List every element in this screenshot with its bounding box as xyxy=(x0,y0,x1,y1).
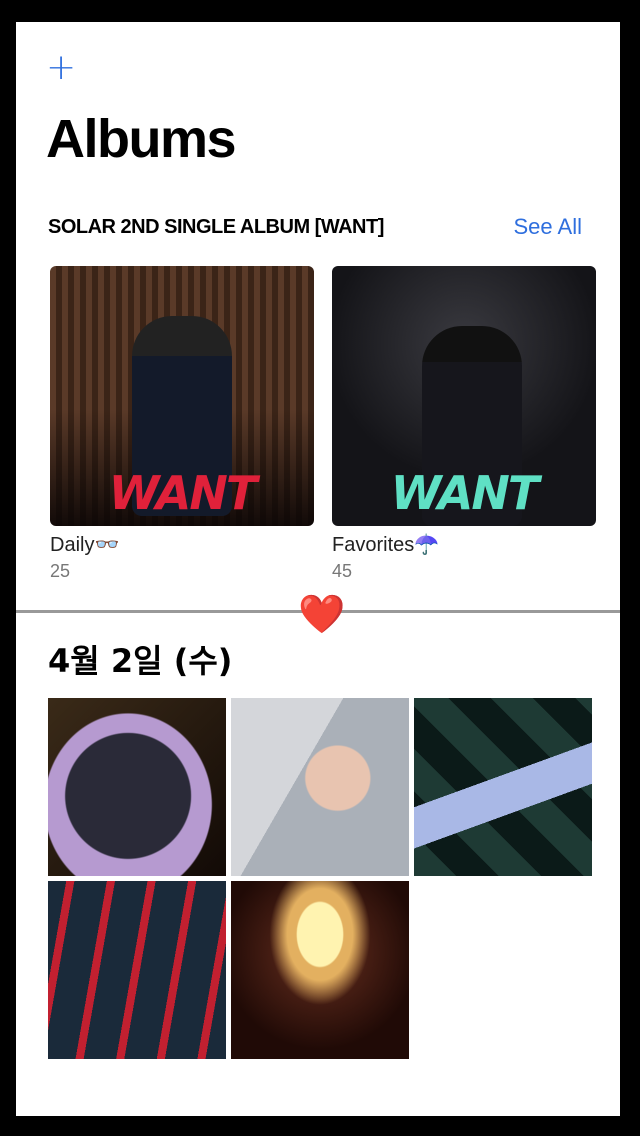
album-name: Daily👓 xyxy=(50,534,120,556)
album-name: Favorites☂️ xyxy=(332,534,440,556)
photo-jersey[interactable] xyxy=(48,881,226,1059)
see-all-link[interactable]: See All xyxy=(514,214,583,240)
photo-grid xyxy=(48,698,592,1059)
cover-logo: WANT xyxy=(390,466,540,520)
heart-icon: ❤️ xyxy=(298,592,346,636)
albums-screen: + Albums SOLAR 2ND SINGLE ALBUM [WANT] S… xyxy=(16,22,620,1116)
photo-hand-nails[interactable] xyxy=(231,698,409,876)
photo-lamp[interactable] xyxy=(231,881,409,1059)
album-count: 45 xyxy=(332,561,353,581)
album-daily[interactable]: WANT Daily👓 25 xyxy=(50,266,314,582)
photo-umbrella[interactable] xyxy=(48,698,226,876)
photos-date: 4월 2일 (수) xyxy=(48,642,233,680)
album-cover[interactable]: WANT xyxy=(50,266,314,526)
photo-blue-heel[interactable] xyxy=(414,698,592,876)
section-title: SOLAR 2ND SINGLE ALBUM [WANT] xyxy=(48,216,384,238)
album-favorites[interactable]: WANT Favorites☂️ 45 xyxy=(332,266,596,582)
page-title: Albums xyxy=(46,109,237,169)
album-count: 25 xyxy=(50,561,71,581)
plus-icon[interactable]: + xyxy=(46,50,76,86)
cover-logo: WANT xyxy=(108,466,258,520)
album-cover[interactable]: WANT xyxy=(332,266,596,526)
